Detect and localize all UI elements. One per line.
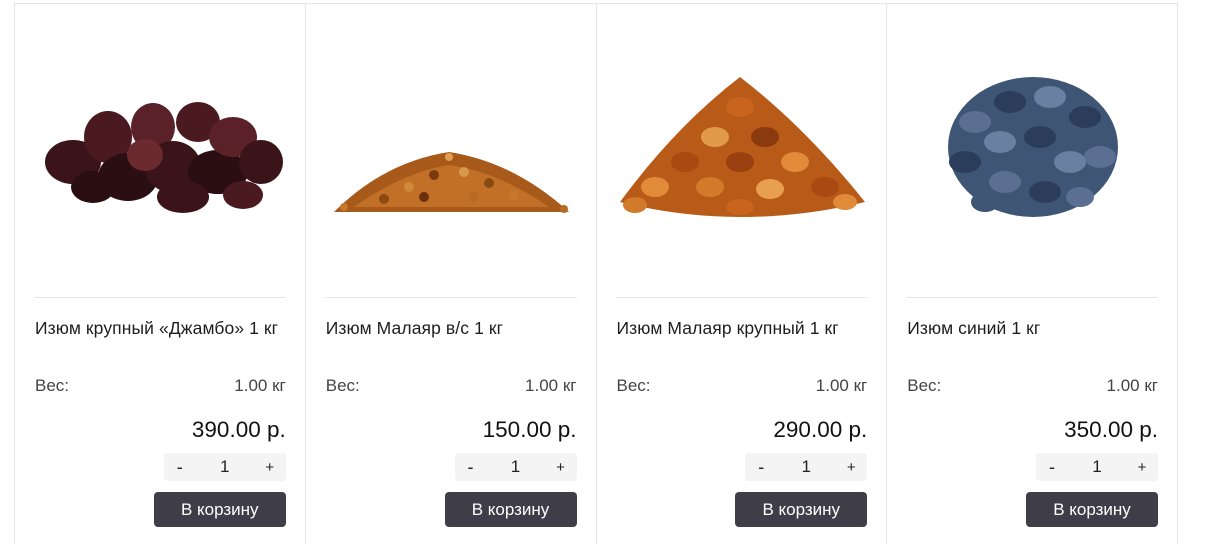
decrease-button[interactable]: - bbox=[1036, 457, 1068, 478]
product-card: Изюм синий 1 кг Вес: 1.00 кг 350.00 р. -… bbox=[886, 4, 1178, 544]
increase-button[interactable]: + bbox=[1126, 459, 1158, 476]
quantity-stepper: - 1 + bbox=[163, 453, 286, 481]
large-golden-raisins-image[interactable] bbox=[615, 34, 870, 259]
product-title[interactable]: Изюм синий 1 кг bbox=[907, 317, 1159, 339]
add-to-cart-button[interactable]: В корзину bbox=[444, 492, 577, 527]
add-to-cart-button[interactable]: В корзину bbox=[735, 492, 868, 527]
card-divider bbox=[906, 297, 1158, 298]
quantity-input[interactable]: 1 bbox=[487, 457, 545, 477]
card-divider bbox=[34, 297, 286, 298]
card-divider bbox=[324, 297, 577, 298]
product-title[interactable]: Изюм крупный «Джамбо» 1 кг bbox=[35, 317, 287, 339]
decrease-button[interactable]: - bbox=[745, 457, 777, 478]
add-to-cart-button[interactable]: В корзину bbox=[153, 492, 286, 527]
dark-raisins-image[interactable] bbox=[33, 34, 288, 259]
product-grid: Изюм крупный «Джамбо» 1 кг Вес: 1.00 кг … bbox=[14, 3, 1178, 544]
weight-label: Вес: bbox=[35, 376, 70, 395]
product-title[interactable]: Изюм Малаяр в/с 1 кг bbox=[326, 317, 578, 339]
product-card: Изюм Малаяр в/с 1 кг Вес: 1.00 кг 150.00… bbox=[304, 4, 596, 544]
decrease-button[interactable]: - bbox=[455, 457, 487, 478]
quantity-stepper: - 1 + bbox=[1036, 453, 1158, 481]
weight-label: Вес: bbox=[907, 376, 942, 395]
quantity-stepper: - 1 + bbox=[745, 453, 868, 481]
quantity-input[interactable]: 1 bbox=[1068, 457, 1126, 477]
price: 290.00 р. bbox=[773, 417, 868, 442]
weight-value: 1.00 кг bbox=[234, 376, 286, 395]
product-card: Изюм Малаяр крупный 1 кг Вес: 1.00 кг 29… bbox=[595, 4, 887, 544]
quantity-input[interactable]: 1 bbox=[196, 457, 254, 477]
decrease-button[interactable]: - bbox=[164, 457, 196, 478]
weight-value: 1.00 кг bbox=[525, 376, 577, 395]
increase-button[interactable]: + bbox=[254, 459, 286, 476]
quantity-stepper: - 1 + bbox=[454, 453, 577, 481]
blue-raisins-image[interactable] bbox=[905, 34, 1160, 259]
card-divider bbox=[615, 297, 868, 298]
product-card: Изюм крупный «Джамбо» 1 кг Вес: 1.00 кг … bbox=[14, 4, 305, 544]
small-golden-raisins-image[interactable] bbox=[324, 34, 579, 259]
price: 350.00 р. bbox=[1064, 417, 1158, 442]
weight-value: 1.00 кг bbox=[1106, 376, 1158, 395]
product-title[interactable]: Изюм Малаяр крупный 1 кг bbox=[617, 317, 869, 339]
increase-button[interactable]: + bbox=[835, 459, 867, 476]
price: 150.00 р. bbox=[482, 417, 577, 442]
weight-label: Вес: bbox=[616, 376, 651, 395]
weight-value: 1.00 кг bbox=[815, 376, 868, 395]
weight-label: Вес: bbox=[325, 376, 360, 395]
add-to-cart-button[interactable]: В корзину bbox=[1026, 492, 1158, 527]
price: 390.00 р. bbox=[191, 417, 286, 442]
quantity-input[interactable]: 1 bbox=[777, 457, 835, 477]
increase-button[interactable]: + bbox=[545, 459, 577, 476]
